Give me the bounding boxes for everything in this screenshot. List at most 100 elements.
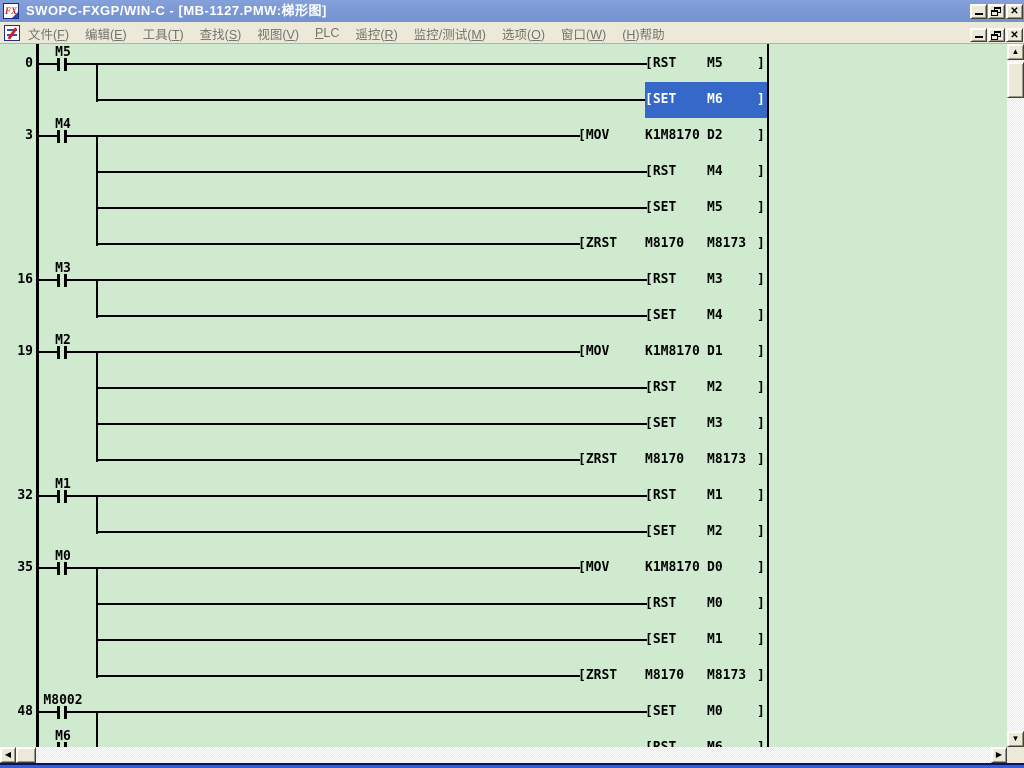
menu-item-edit[interactable]: 编辑(E)	[77, 24, 135, 43]
instruction-opcode[interactable]: [ZRST	[578, 669, 617, 682]
menu-item-options[interactable]: 选项(O)	[494, 24, 553, 43]
menu-item-window[interactable]: 窗口(W)	[553, 24, 614, 43]
contact-label: M8002	[36, 694, 90, 707]
instruction-operand[interactable]: M2	[707, 525, 723, 538]
instruction-opcode[interactable]: [RST	[645, 273, 676, 286]
instruction-opcode[interactable]: [ZRST	[578, 453, 617, 466]
doc-restore-button[interactable]	[988, 28, 1005, 42]
app-icon[interactable]: FX	[3, 3, 19, 19]
instruction-operand[interactable]: M3	[707, 273, 723, 286]
menu-item-view[interactable]: 视图(V)	[249, 24, 307, 43]
vertical-scroll-thumb[interactable]	[1007, 62, 1024, 98]
instruction-operand[interactable]: M0	[707, 597, 723, 610]
scrollbar-corner	[1007, 747, 1024, 763]
instruction-opcode[interactable]: [RST	[645, 597, 676, 610]
step-number: 19	[2, 345, 33, 359]
horizontal-scrollbar[interactable]: ◀ ▶	[0, 747, 1007, 763]
instruction-operand[interactable]: K1M8170	[645, 561, 700, 574]
instruction-operand[interactable]: M5	[707, 57, 723, 70]
instruction-opcode[interactable]: [SET	[645, 309, 676, 322]
contact-M1[interactable]	[57, 490, 60, 503]
wire	[96, 243, 580, 245]
doc-minimize-button[interactable]	[970, 28, 987, 42]
instruction-close-bracket: ]	[757, 309, 765, 322]
step-number: 35	[2, 561, 33, 575]
menu-item-plc[interactable]: PLC	[307, 26, 347, 40]
minimize-button[interactable]	[970, 4, 987, 19]
instruction-operand[interactable]: M8173	[707, 237, 746, 250]
instruction-operand[interactable]: M8173	[707, 453, 746, 466]
doc-close-button[interactable]: ✕	[1006, 28, 1023, 42]
vertical-scrollbar[interactable]: ▲ ▼	[1007, 44, 1024, 747]
menu-item-file[interactable]: 文件(F)	[20, 24, 77, 43]
contact-label: M6	[36, 730, 90, 743]
close-button[interactable]: ✕	[1006, 4, 1023, 19]
menu-item-help[interactable]: (H)帮助	[614, 24, 672, 43]
arrow-down-icon: ▼	[1012, 735, 1020, 743]
branch-line	[96, 136, 98, 246]
instruction-operand[interactable]: M1	[707, 633, 723, 646]
restore-button[interactable]	[988, 4, 1005, 19]
instruction-operand[interactable]: D1	[707, 345, 723, 358]
instruction-opcode[interactable]: [MOV	[578, 129, 609, 142]
instruction-close-bracket: ]	[757, 129, 765, 142]
scroll-right-button[interactable]: ▶	[991, 747, 1007, 763]
menu-item-search[interactable]: 查找(S)	[192, 24, 250, 43]
instruction-operand[interactable]: M8173	[707, 669, 746, 682]
menu-item-monitor-test[interactable]: 监控/测试(M)	[406, 24, 494, 43]
right-power-rail	[767, 44, 769, 747]
wire	[67, 135, 580, 137]
wire	[96, 171, 647, 173]
instruction-operand[interactable]: M3	[707, 417, 723, 430]
instruction-operand[interactable]: M6	[707, 93, 723, 106]
instruction-operand[interactable]: M4	[707, 165, 723, 178]
step-number: 0	[2, 57, 33, 71]
contact-M8002[interactable]	[57, 706, 60, 719]
contact-M2[interactable]	[57, 346, 60, 359]
instruction-operand[interactable]: D2	[707, 129, 723, 142]
instruction-operand[interactable]: K1M8170	[645, 345, 700, 358]
instruction-opcode[interactable]: [RST	[645, 165, 676, 178]
contact-M3[interactable]	[57, 274, 60, 287]
contact-M5[interactable]	[57, 58, 60, 71]
horizontal-scroll-thumb[interactable]	[16, 747, 36, 763]
wire	[39, 567, 57, 569]
scroll-up-button[interactable]: ▲	[1007, 44, 1024, 60]
instruction-opcode[interactable]: [MOV	[578, 561, 609, 574]
instruction-operand[interactable]: D0	[707, 561, 723, 574]
instruction-opcode[interactable]: [SET	[645, 633, 676, 646]
instruction-opcode[interactable]: [ZRST	[578, 237, 617, 250]
instruction-opcode[interactable]: [SET	[645, 525, 676, 538]
branch-line	[96, 568, 98, 678]
wire	[67, 351, 580, 353]
instruction-opcode[interactable]: [RST	[645, 57, 676, 70]
instruction-opcode[interactable]: [RST	[645, 381, 676, 394]
instruction-operand[interactable]: M5	[707, 201, 723, 214]
document-icon[interactable]	[4, 25, 20, 41]
contact-M4[interactable]	[57, 130, 60, 143]
instruction-operand[interactable]: M0	[707, 705, 723, 718]
instruction-opcode[interactable]: [SET	[645, 201, 676, 214]
instruction-opcode[interactable]: [SET	[645, 705, 676, 718]
bottom-edge	[0, 763, 1024, 768]
wire	[67, 63, 647, 65]
scroll-down-button[interactable]: ▼	[1007, 731, 1024, 747]
instruction-operand[interactable]: M8170	[645, 237, 684, 250]
instruction-operand[interactable]: M1	[707, 489, 723, 502]
instruction-close-bracket: ]	[757, 417, 765, 430]
scroll-left-button[interactable]: ◀	[0, 747, 16, 763]
instruction-opcode[interactable]: [RST	[645, 489, 676, 502]
instruction-opcode[interactable]: [SET	[645, 417, 676, 430]
instruction-operand[interactable]: M8170	[645, 453, 684, 466]
ladder-viewport[interactable]: 0M5[RSTM5][SETM6]3M4[MOVK1M8170D2][RSTM4…	[0, 44, 1007, 747]
instruction-operand[interactable]: M2	[707, 381, 723, 394]
instruction-opcode[interactable]: [MOV	[578, 345, 609, 358]
instruction-operand[interactable]: K1M8170	[645, 129, 700, 142]
instruction-operand[interactable]: M4	[707, 309, 723, 322]
menu-item-remote[interactable]: 遥控(R)	[347, 24, 405, 43]
instruction-opcode[interactable]: [SET	[645, 93, 676, 106]
wire	[96, 99, 647, 101]
menu-item-tools[interactable]: 工具(T)	[135, 24, 192, 43]
instruction-operand[interactable]: M8170	[645, 669, 684, 682]
contact-M0[interactable]	[57, 562, 60, 575]
